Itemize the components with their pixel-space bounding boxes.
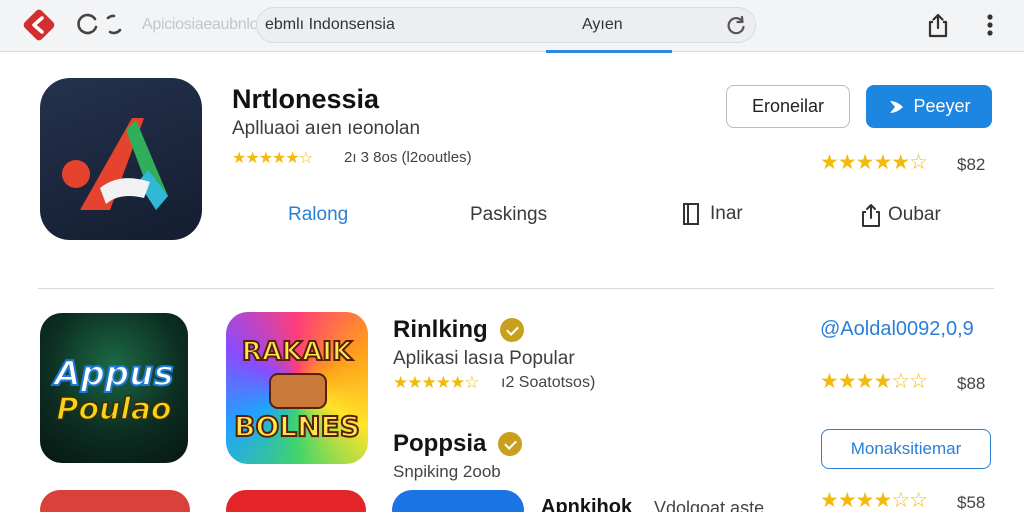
rakaik-artwork-icon: RAKAIK BOLNES bbox=[233, 336, 361, 444]
featured-price: $82 bbox=[957, 155, 986, 174]
reload-icon[interactable] bbox=[76, 12, 100, 36]
app-rating-stars-right: ★★★★☆☆ bbox=[820, 488, 928, 512]
share-icon bbox=[862, 204, 880, 227]
tile-text-1: Appus bbox=[51, 354, 173, 394]
app-tile-partial-1[interactable] bbox=[40, 490, 190, 512]
appus-artwork-icon: Appus Poulao bbox=[50, 353, 174, 428]
tab-info-label: Inar bbox=[710, 203, 743, 224]
app-rating-count: ı2 Soatotsos) bbox=[501, 374, 596, 391]
app-subtitle: Snpiking 2oob bbox=[393, 462, 501, 481]
app-action-button[interactable]: Monaksitiemar bbox=[821, 429, 991, 469]
app-title-rinlking[interactable]: Rinlking bbox=[393, 316, 524, 344]
app-tile-partial-2[interactable] bbox=[226, 490, 366, 512]
share-icon[interactable] bbox=[926, 12, 950, 38]
featured-rating-stars-right: ★★★★★☆ bbox=[820, 150, 928, 174]
app-tile-partial-3[interactable] bbox=[392, 490, 524, 512]
tile-text-1: RAKAIK bbox=[242, 337, 353, 367]
primary-action-button[interactable]: Peeyer bbox=[866, 85, 992, 128]
primary-action-label: Peeyer bbox=[913, 96, 971, 116]
active-tab-indicator bbox=[546, 50, 672, 53]
back-icon[interactable] bbox=[22, 8, 56, 42]
featured-app-title[interactable]: Nrtlonessia bbox=[232, 84, 379, 115]
tab-rankings[interactable]: Paskings bbox=[470, 204, 547, 226]
app-subtitle: Aplikasi lasıa Popular bbox=[393, 348, 575, 369]
app-tile-rakaik[interactable]: RAKAIK BOLNES bbox=[226, 312, 368, 464]
app-link[interactable]: @Aoldal0092,0,9 bbox=[820, 318, 974, 341]
tab-share[interactable]: Oubar bbox=[860, 202, 941, 228]
secondary-action-button[interactable]: Eroneilar bbox=[726, 85, 850, 128]
featured-app-subtitle: Aplluaoi aıen ıeonolan bbox=[232, 118, 421, 139]
app-price: $88 bbox=[957, 374, 986, 393]
featured-rating-count: 2ı 3 8os (l2ooutles) bbox=[344, 149, 472, 166]
forward-icon[interactable] bbox=[104, 12, 124, 36]
section-divider bbox=[38, 288, 994, 289]
verified-badge-icon bbox=[498, 432, 523, 456]
verified-badge-icon bbox=[499, 318, 524, 342]
app-title-label: Rinlking bbox=[393, 316, 488, 343]
tile-text-2: BOLNES bbox=[234, 410, 360, 443]
app-title-label: Poppsia bbox=[393, 430, 487, 457]
app-logo-icon bbox=[62, 118, 168, 210]
more-options-icon[interactable] bbox=[980, 12, 1000, 38]
play-icon bbox=[890, 100, 904, 113]
app-tile-appus[interactable]: Appus Poulao bbox=[40, 313, 188, 463]
url-ghost-text: Apiciosiaeaubnloi bbox=[142, 16, 262, 33]
tab-rating[interactable]: Ralong bbox=[288, 204, 348, 226]
refresh-icon[interactable] bbox=[725, 15, 747, 37]
app-title-poppsia[interactable]: Poppsia bbox=[393, 430, 523, 458]
url-tab-label[interactable]: Ayıen bbox=[582, 16, 623, 34]
address-bar[interactable]: ebmlı Indonsensia Ayıen bbox=[256, 7, 756, 43]
featured-rating-stars: ★★★★★☆ bbox=[232, 148, 313, 167]
browser-toolbar: Apiciosiaeaubnloi ebmlı Indonsensia Ayıe… bbox=[0, 0, 1024, 53]
url-text: ebmlı Indonsensia bbox=[265, 16, 395, 33]
app-rating-stars: ★★★★★☆ bbox=[393, 373, 479, 393]
featured-app-icon[interactable] bbox=[40, 78, 202, 240]
tab-info[interactable]: Inar bbox=[682, 202, 743, 226]
app-price: $58 bbox=[957, 493, 986, 512]
app-title-partial[interactable]: Apnkihok bbox=[541, 496, 632, 512]
tile-text-2: Poulao bbox=[56, 392, 171, 427]
app-subtitle-partial: Vdolgoat aste bbox=[654, 498, 765, 512]
app-rating-stars-right: ★★★★☆☆ bbox=[820, 369, 928, 393]
tab-share-label: Oubar bbox=[888, 204, 941, 225]
book-icon bbox=[683, 203, 699, 225]
